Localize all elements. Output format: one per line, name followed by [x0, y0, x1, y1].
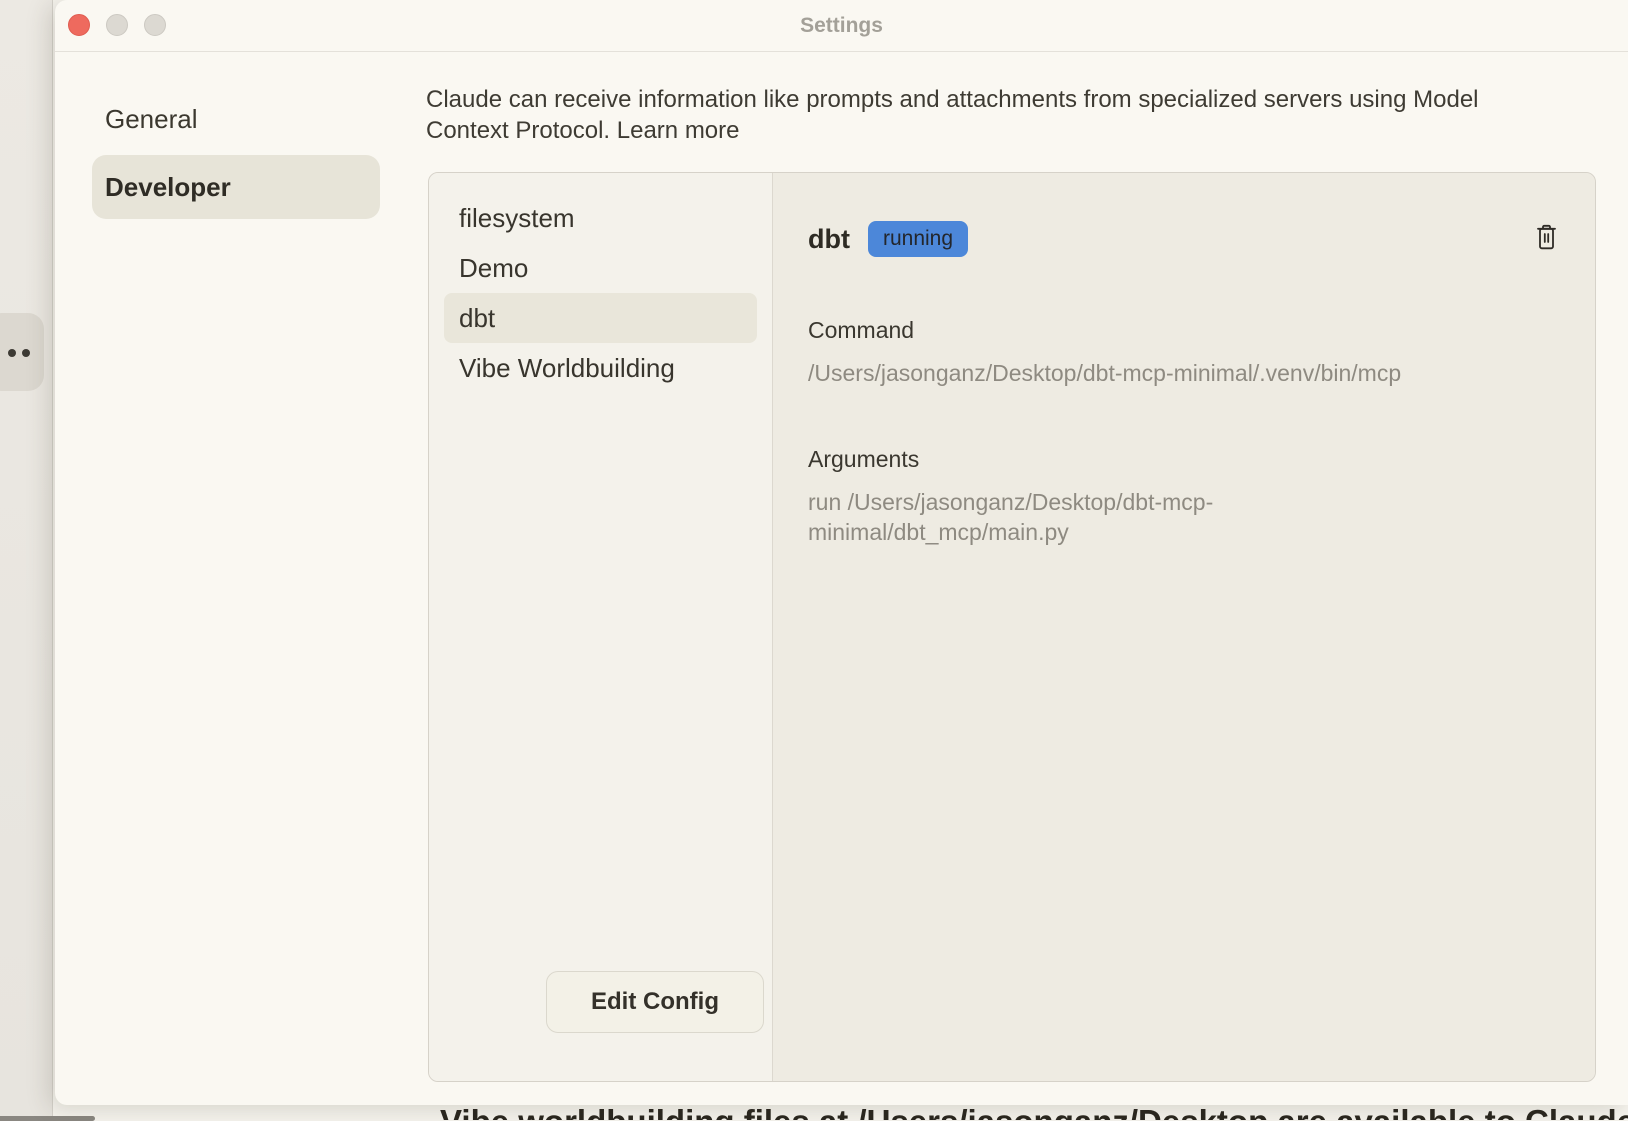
command-value: /Users/jasonganz/Desktop/dbt-mcp-minimal… — [808, 358, 1548, 388]
trash-icon — [1535, 224, 1558, 254]
two-dots-icon — [8, 349, 16, 357]
command-label: Command — [808, 317, 1560, 344]
arguments-value: run /Users/jasonganz/Desktop/dbt-mcp-min… — [808, 487, 1308, 547]
server-list-item-filesystem[interactable]: filesystem — [444, 193, 757, 243]
delete-server-button[interactable] — [1532, 224, 1560, 254]
edit-config-button[interactable]: Edit Config — [546, 971, 764, 1033]
arguments-section: Arguments run /Users/jasonganz/Desktop/d… — [808, 446, 1560, 547]
background-clipped-text: Vibe worldbuilding files at /Users/jason… — [440, 1105, 1628, 1120]
server-details-header: dbt running — [808, 219, 1560, 259]
server-list: filesystem Demo dbt Vibe Worldbuilding — [429, 173, 772, 393]
server-list-panel: filesystem Demo dbt Vibe Worldbuilding E… — [429, 173, 773, 1081]
sidebar-item-developer[interactable]: Developer — [92, 155, 380, 219]
description-text: Claude can receive information like prom… — [426, 86, 1479, 144]
server-list-item-vibe-worldbuilding[interactable]: Vibe Worldbuilding — [444, 343, 757, 393]
mcp-description: Claude can receive information like prom… — [426, 84, 1511, 146]
server-list-item-demo[interactable]: Demo — [444, 243, 757, 293]
learn-more-link[interactable]: Learn more — [617, 117, 740, 144]
background-window-tab[interactable] — [0, 313, 44, 391]
window-title: Settings — [55, 14, 1628, 38]
arguments-label: Arguments — [808, 446, 1560, 473]
sidebar-item-label: Developer — [105, 172, 231, 203]
sidebar-item-label: General — [105, 104, 198, 135]
background-window-bottom-bar — [0, 1116, 95, 1121]
command-section: Command /Users/jasonganz/Desktop/dbt-mcp… — [808, 317, 1560, 388]
two-dots-icon — [22, 349, 30, 357]
settings-window: Settings General Developer Claude can re… — [55, 0, 1628, 1105]
titlebar[interactable]: Settings — [55, 0, 1628, 52]
mcp-servers-card: filesystem Demo dbt Vibe Worldbuilding E… — [428, 172, 1596, 1082]
sidebar-item-general[interactable]: General — [92, 94, 380, 144]
background-window-edge — [0, 0, 53, 1120]
server-list-item-dbt[interactable]: dbt — [444, 293, 757, 343]
status-badge: running — [868, 221, 968, 257]
server-name: dbt — [808, 224, 850, 255]
server-details-panel: dbt running Command /Users/jasongan — [773, 173, 1595, 1081]
